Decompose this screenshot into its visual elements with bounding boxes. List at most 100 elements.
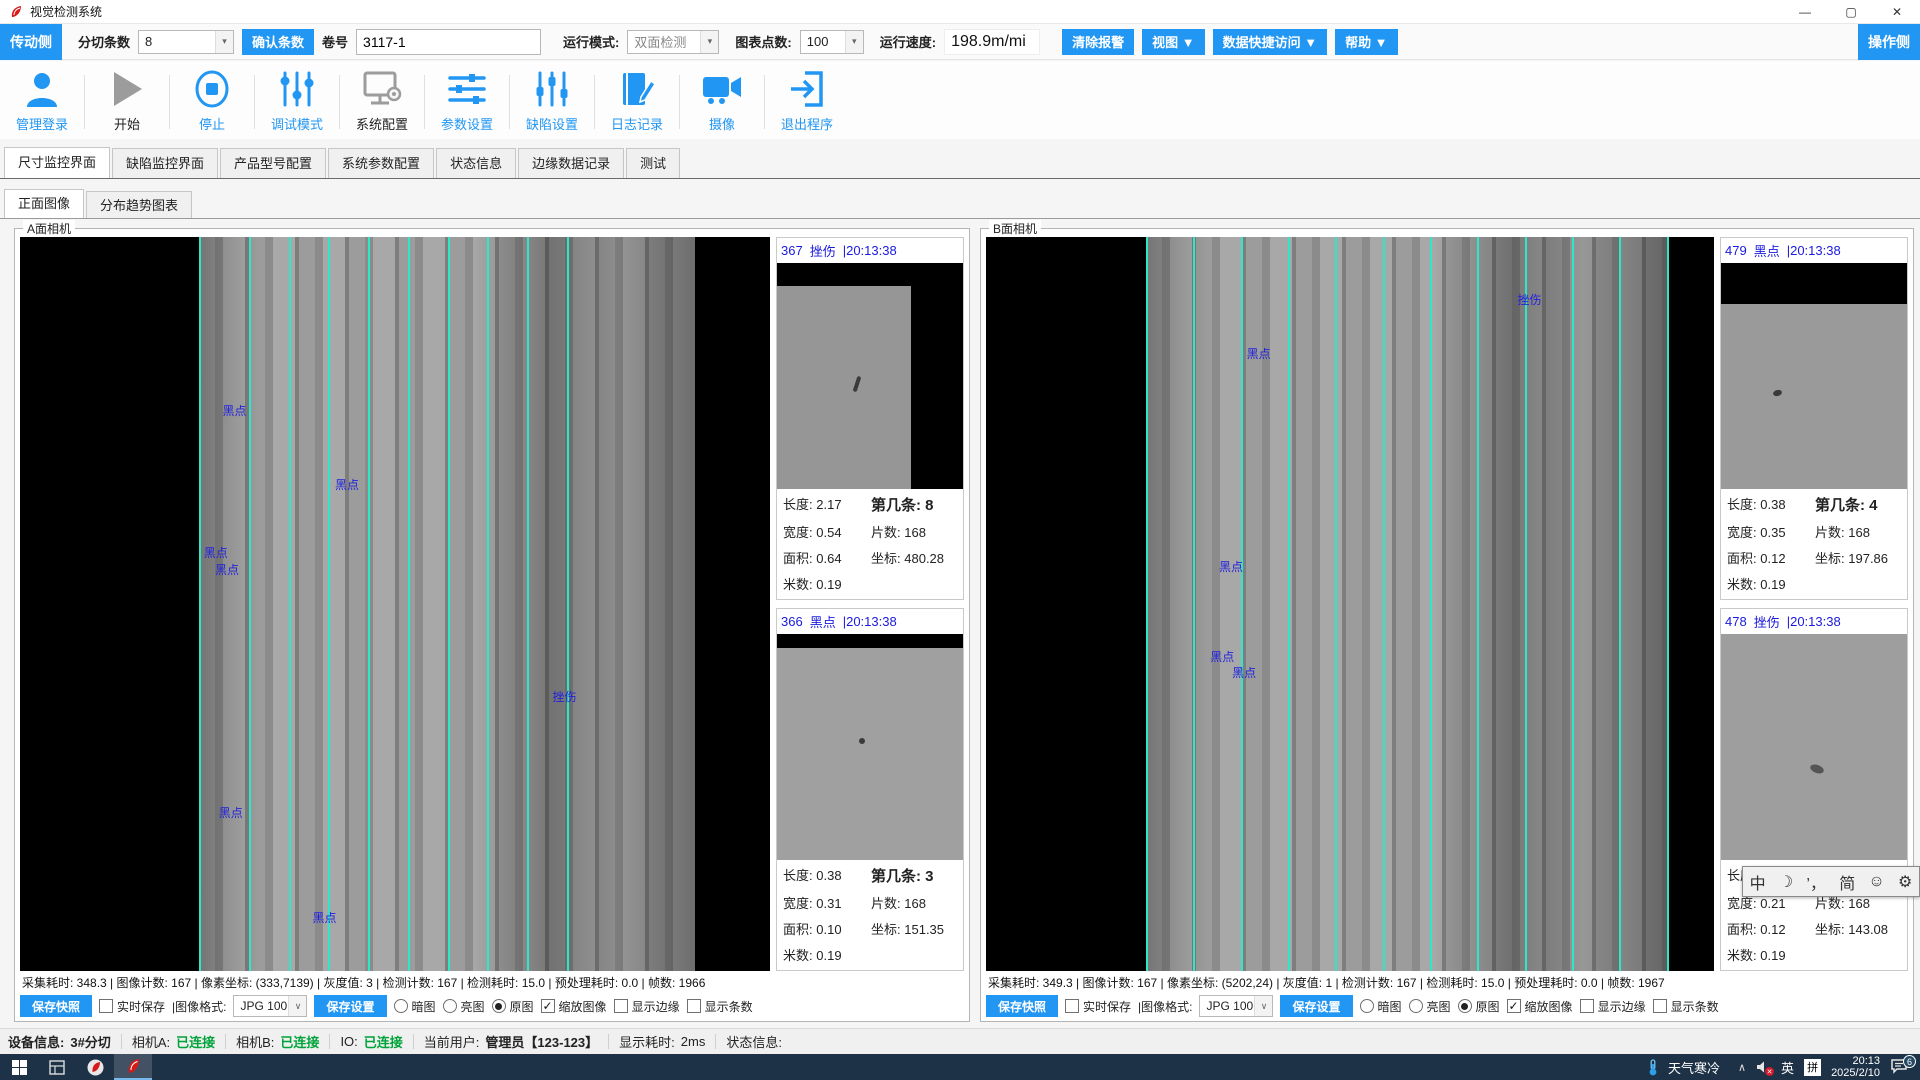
strip-boundary-line xyxy=(448,237,450,971)
defect-stats: 长度: 0.38 第几条: 3 宽度: 0.31 片数: 168 面积: 0.1… xyxy=(777,860,963,970)
task-view-icon[interactable] xyxy=(38,1054,76,1080)
main-tab-2[interactable]: 产品型号配置 xyxy=(220,148,326,178)
slit-count-select[interactable]: 8 ▾ xyxy=(138,30,234,54)
volume-muted-icon[interactable]: ✕ xyxy=(1756,1060,1771,1074)
defect-card[interactable]: 478 挫伤 |20:13:38 长度: 0.57 第几条: 3 xyxy=(1720,608,1908,971)
defect-card[interactable]: 479 黑点 |20:13:38 长度: 0.38 第几条: 4 xyxy=(1720,237,1908,600)
main-tab-4[interactable]: 状态信息 xyxy=(436,148,516,178)
roll-number-input[interactable] xyxy=(356,29,541,55)
save-settings-button[interactable]: 保存设置 xyxy=(1280,995,1352,1017)
ime-toolbar[interactable]: 中 ☽ ’， 简 ☺ ⚙ xyxy=(1742,866,1920,897)
clock-time: 20:13 xyxy=(1852,1055,1880,1067)
show-edge-checkbox[interactable] xyxy=(1580,999,1594,1013)
exit-program-button[interactable]: 退出程序 xyxy=(765,61,849,139)
camera-a-status: 已连接 xyxy=(176,1032,215,1051)
strip-boundary-line xyxy=(368,237,370,971)
camera-b-image[interactable]: 挫伤黑点黑点黑点黑点 xyxy=(986,237,1714,971)
ime-chinese-mode[interactable]: 中 xyxy=(1750,870,1766,894)
play-icon xyxy=(110,68,144,110)
sub-tab-0[interactable]: 正面图像 xyxy=(4,189,84,218)
bright-image-radio[interactable] xyxy=(1409,999,1423,1013)
notification-center-icon[interactable]: 6 xyxy=(1890,1058,1912,1076)
parameter-settings-button[interactable]: 参数设置 xyxy=(425,61,509,139)
realtime-save-checkbox[interactable] xyxy=(99,999,113,1013)
main-tab-0[interactable]: 尺寸监控界面 xyxy=(4,147,110,178)
gear-icon[interactable]: ⚙ xyxy=(1898,872,1912,892)
simplified-mode[interactable]: 简 xyxy=(1839,870,1855,894)
operator-side-button[interactable]: 操作侧 xyxy=(1858,24,1920,60)
help-menu-button[interactable]: 帮助 ▼ xyxy=(1335,29,1397,55)
io-status-label: IO: xyxy=(340,1034,357,1049)
camera-a-image[interactable]: 黑点黑点黑点黑点挫伤黑点黑点 xyxy=(20,237,770,971)
pinned-app-icon[interactable] xyxy=(76,1054,114,1080)
show-count-checkbox[interactable] xyxy=(1653,999,1667,1013)
drive-side-button[interactable]: 传动侧 xyxy=(0,24,62,60)
defect-card[interactable]: 366 黑点 |20:13:38 长度: 0.38 第几条: 3 xyxy=(776,608,964,971)
main-tab-3[interactable]: 系统参数配置 xyxy=(328,148,434,178)
app-window: 视觉检测系统 — ▢ ✕ 传动侧 分切条数 8 ▾ 确认条数 卷号 运行模式: … xyxy=(0,0,1920,1080)
sliders-vertical-icon xyxy=(278,68,316,110)
zoom-image-checkbox[interactable]: ✓ xyxy=(541,999,555,1013)
slit-count-label: 分切条数 xyxy=(78,32,130,51)
save-snapshot-button[interactable]: 保存快照 xyxy=(986,995,1058,1017)
defect-header: 366 黑点 |20:13:38 xyxy=(777,609,963,634)
view-menu-button[interactable]: 视图 ▼ xyxy=(1142,29,1204,55)
sub-tab-1[interactable]: 分布趋势图表 xyxy=(86,191,192,218)
clear-alarm-button[interactable]: 清除报警 xyxy=(1062,29,1134,55)
defect-overlay-label: 黑点 xyxy=(335,476,359,493)
strip-boundary-line xyxy=(1288,237,1290,971)
realtime-save-checkbox[interactable] xyxy=(1065,999,1079,1013)
language-indicator[interactable]: 英 xyxy=(1781,1058,1794,1077)
moon-icon[interactable]: ☽ xyxy=(1779,872,1793,892)
start-button[interactable]: 开始 xyxy=(85,61,169,139)
show-count-checkbox[interactable] xyxy=(687,999,701,1013)
image-format-select[interactable]: JPG 100 ∨ xyxy=(1199,995,1273,1017)
debug-mode-button[interactable]: 调试模式 xyxy=(255,61,339,139)
defect-header: 479 黑点 |20:13:38 xyxy=(1721,238,1907,263)
bright-image-radio[interactable] xyxy=(443,999,457,1013)
hidden-icons-chevron[interactable]: ∧ xyxy=(1738,1061,1746,1074)
clock[interactable]: 20:13 2025/2/10 xyxy=(1831,1055,1880,1079)
run-mode-select[interactable]: 双面检测 ▾ xyxy=(627,30,719,54)
save-snapshot-button[interactable]: 保存快照 xyxy=(20,995,92,1017)
system-config-button[interactable]: 系统配置 xyxy=(340,61,424,139)
dark-image-radio[interactable] xyxy=(394,999,408,1013)
maximize-button[interactable]: ▢ xyxy=(1828,0,1874,23)
capture-button[interactable]: 摄像 xyxy=(680,61,764,139)
strip-boundary-line xyxy=(408,237,410,971)
raw-image-radio[interactable] xyxy=(1458,999,1472,1013)
stop-button[interactable]: 停止 xyxy=(170,61,254,139)
weather-text[interactable]: 天气寒冷 xyxy=(1668,1058,1720,1077)
confirm-count-button[interactable]: 确认条数 xyxy=(242,29,314,55)
defect-type: 挫伤 xyxy=(1754,612,1780,631)
running-app-icon[interactable] xyxy=(114,1054,152,1080)
show-edge-checkbox[interactable] xyxy=(614,999,628,1013)
punctuation-icon[interactable]: ’， xyxy=(1806,870,1826,894)
main-tab-6[interactable]: 测试 xyxy=(626,148,680,178)
image-format-select[interactable]: JPG 100 ∨ xyxy=(233,995,307,1017)
chart-points-select[interactable]: 100 ▾ xyxy=(800,30,864,54)
emoji-icon[interactable]: ☺ xyxy=(1868,873,1884,891)
defect-settings-button[interactable]: 缺陷设置 xyxy=(510,61,594,139)
start-button[interactable] xyxy=(0,1054,38,1080)
dark-image-radio[interactable] xyxy=(1360,999,1374,1013)
camera-a-defect-list: 367 挫伤 |20:13:38 长度: 2.17 第几条: 8 xyxy=(776,237,964,971)
zoom-image-checkbox[interactable]: ✓ xyxy=(1507,999,1521,1013)
defect-card[interactable]: 367 挫伤 |20:13:38 长度: 2.17 第几条: 8 xyxy=(776,237,964,600)
strip-boundary-line xyxy=(1146,237,1148,971)
admin-login-button[interactable]: 管理登录 xyxy=(0,61,84,139)
minimize-button[interactable]: — xyxy=(1782,0,1828,23)
log-record-button[interactable]: 日志记录 xyxy=(595,61,679,139)
defect-overlay-label: 挫伤 xyxy=(1517,291,1541,308)
save-settings-button[interactable]: 保存设置 xyxy=(314,995,386,1017)
main-tab-5[interactable]: 边缘数据记录 xyxy=(518,148,624,178)
main-tab-1[interactable]: 缺陷监控界面 xyxy=(112,148,218,178)
ime-indicator[interactable]: 拼 xyxy=(1804,1059,1821,1076)
taskbar: 天气寒冷 ∧ ✕ 英 拼 20:13 2025/2/10 6 xyxy=(0,1054,1920,1080)
data-quick-access-button[interactable]: 数据快捷访问 ▼ xyxy=(1213,29,1327,55)
main-tabs: 尺寸监控界面缺陷监控界面产品型号配置系统参数配置状态信息边缘数据记录测试 xyxy=(0,148,1920,179)
chevron-down-icon: ∨ xyxy=(288,996,306,1016)
raw-image-radio[interactable] xyxy=(492,999,506,1013)
main-content: A面相机 黑点黑点黑点黑点挫伤黑点黑点 367 挫伤 |20:13:38 xyxy=(0,228,1920,1028)
close-button[interactable]: ✕ xyxy=(1874,0,1920,23)
